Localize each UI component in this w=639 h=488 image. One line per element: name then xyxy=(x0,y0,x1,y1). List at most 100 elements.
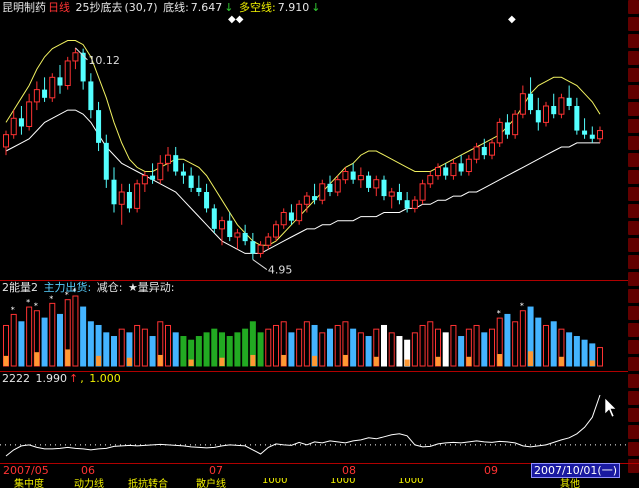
candle-body-up[interactable] xyxy=(280,211,287,226)
candle-body-up[interactable] xyxy=(334,179,341,193)
candle-body-up[interactable] xyxy=(118,191,125,205)
candle-body-up[interactable] xyxy=(419,183,426,201)
candle-body-down[interactable] xyxy=(188,175,194,188)
side-tool-button[interactable] xyxy=(628,391,639,405)
volume-bar[interactable] xyxy=(303,321,310,367)
candle-body-down[interactable] xyxy=(211,208,217,229)
volume-bar[interactable] xyxy=(488,328,496,367)
volume-bar[interactable] xyxy=(350,328,357,367)
candle-body-down[interactable] xyxy=(504,122,510,135)
candle-body-up[interactable] xyxy=(542,105,550,123)
volume-bar[interactable] xyxy=(265,328,272,367)
volume-bar[interactable] xyxy=(365,336,372,367)
volume-bar[interactable] xyxy=(596,347,604,367)
volume-bar[interactable] xyxy=(504,313,511,367)
candle-body-down[interactable] xyxy=(18,118,24,127)
side-tool-button[interactable] xyxy=(628,17,639,31)
candle-body-down[interactable] xyxy=(180,171,186,176)
tab-1000-b[interactable]: 1000 xyxy=(330,478,355,486)
candle-body-down[interactable] xyxy=(111,179,117,205)
candle-body-down[interactable] xyxy=(396,192,402,201)
volume-bar[interactable] xyxy=(149,336,156,367)
side-tool-button[interactable] xyxy=(628,442,639,456)
volume-bar[interactable] xyxy=(535,317,542,367)
volume-bar[interactable] xyxy=(512,321,519,367)
volume-bar[interactable] xyxy=(226,336,233,367)
side-tool-button[interactable] xyxy=(628,238,639,252)
volume-bar[interactable] xyxy=(18,321,25,367)
volume-bar[interactable] xyxy=(442,332,449,367)
candle-body-up[interactable] xyxy=(488,142,496,156)
candle-body-down[interactable] xyxy=(103,142,109,180)
candle-body-up[interactable] xyxy=(72,52,79,62)
candle-body-down[interactable] xyxy=(57,77,63,86)
volume-bar[interactable] xyxy=(419,324,426,367)
volume-bar[interactable] xyxy=(573,336,580,367)
candle-body-down[interactable] xyxy=(250,241,256,254)
volume-bar[interactable] xyxy=(180,336,187,367)
tab-1000-c[interactable]: 1000 xyxy=(398,478,423,486)
candle-body-up[interactable] xyxy=(450,162,457,177)
volume-bar[interactable] xyxy=(296,328,303,367)
volume-bar[interactable] xyxy=(172,332,179,367)
volume-bar[interactable] xyxy=(118,328,125,367)
side-tool-button[interactable] xyxy=(628,187,639,201)
candle-body-down[interactable] xyxy=(535,110,541,123)
volume-bar[interactable] xyxy=(134,324,141,367)
candle-body-down[interactable] xyxy=(589,134,595,139)
volume-bar[interactable] xyxy=(10,313,17,367)
candle-body-up[interactable] xyxy=(164,154,172,164)
candle-body-up[interactable] xyxy=(265,236,272,246)
volume-bar[interactable] xyxy=(234,332,241,367)
candle-body-down[interactable] xyxy=(242,232,248,242)
tab-1000-a[interactable]: 1000 xyxy=(262,478,287,486)
candle-body-down[interactable] xyxy=(96,110,102,143)
candle-body-up[interactable] xyxy=(411,199,418,209)
chart-canvas[interactable]: 10.124.95◆◆ ◆** ** * *** xyxy=(0,0,628,463)
candle-body-down[interactable] xyxy=(574,106,580,131)
volume-bar[interactable] xyxy=(110,336,118,367)
tab-retail-line[interactable]: 散户线 xyxy=(196,478,226,488)
volume-bar[interactable] xyxy=(388,332,395,367)
side-tool-button[interactable] xyxy=(628,425,639,439)
candle-body-down[interactable] xyxy=(42,89,48,98)
volume-bar[interactable] xyxy=(458,336,465,367)
candle-body-up[interactable] xyxy=(218,220,226,230)
volume-bar[interactable] xyxy=(481,332,488,367)
side-tool-button[interactable] xyxy=(628,0,639,14)
candle-body-up[interactable] xyxy=(26,101,33,127)
volume-bar[interactable] xyxy=(56,313,64,367)
candle-body-up[interactable] xyxy=(141,175,148,185)
volume-bar[interactable] xyxy=(519,310,526,367)
bottom-indicator-tabs[interactable]: 集中度 动力线 抵抗转合 散户线 1000 1000 1000 其他 xyxy=(0,478,639,488)
volume-bar[interactable] xyxy=(288,332,295,367)
candle-body-down[interactable] xyxy=(173,155,179,172)
side-tool-button[interactable] xyxy=(628,51,639,65)
candle-body-up[interactable] xyxy=(373,179,380,189)
side-tool-button[interactable] xyxy=(628,272,639,286)
candle-body-down[interactable] xyxy=(582,130,588,135)
candle-body-up[interactable] xyxy=(519,93,526,115)
side-tool-button[interactable] xyxy=(628,68,639,82)
candle-body-up[interactable] xyxy=(272,224,280,238)
candle-body-down[interactable] xyxy=(288,212,294,221)
side-tool-button[interactable] xyxy=(628,204,639,218)
candle-body-up[interactable] xyxy=(434,166,442,177)
volume-bar[interactable] xyxy=(242,328,249,367)
side-tool-button[interactable] xyxy=(628,85,639,99)
right-side-toolbar[interactable] xyxy=(628,0,639,488)
side-tool-button[interactable] xyxy=(628,255,639,269)
candle-body-up[interactable] xyxy=(357,175,364,181)
volume-bar[interactable] xyxy=(141,328,148,367)
volume-bar[interactable] xyxy=(257,332,264,367)
volume-bar[interactable] xyxy=(380,324,388,367)
volume-bar[interactable] xyxy=(427,321,434,367)
side-tool-button[interactable] xyxy=(628,102,639,116)
volume-bar[interactable] xyxy=(49,302,56,367)
candle-body-up[interactable] xyxy=(134,183,141,209)
tab-other[interactable]: 其他 xyxy=(560,478,580,488)
volume-bar[interactable] xyxy=(195,336,202,367)
candle-body-down[interactable] xyxy=(227,220,233,238)
candle-body-up[interactable] xyxy=(473,146,480,160)
volume-bar[interactable] xyxy=(319,332,326,367)
